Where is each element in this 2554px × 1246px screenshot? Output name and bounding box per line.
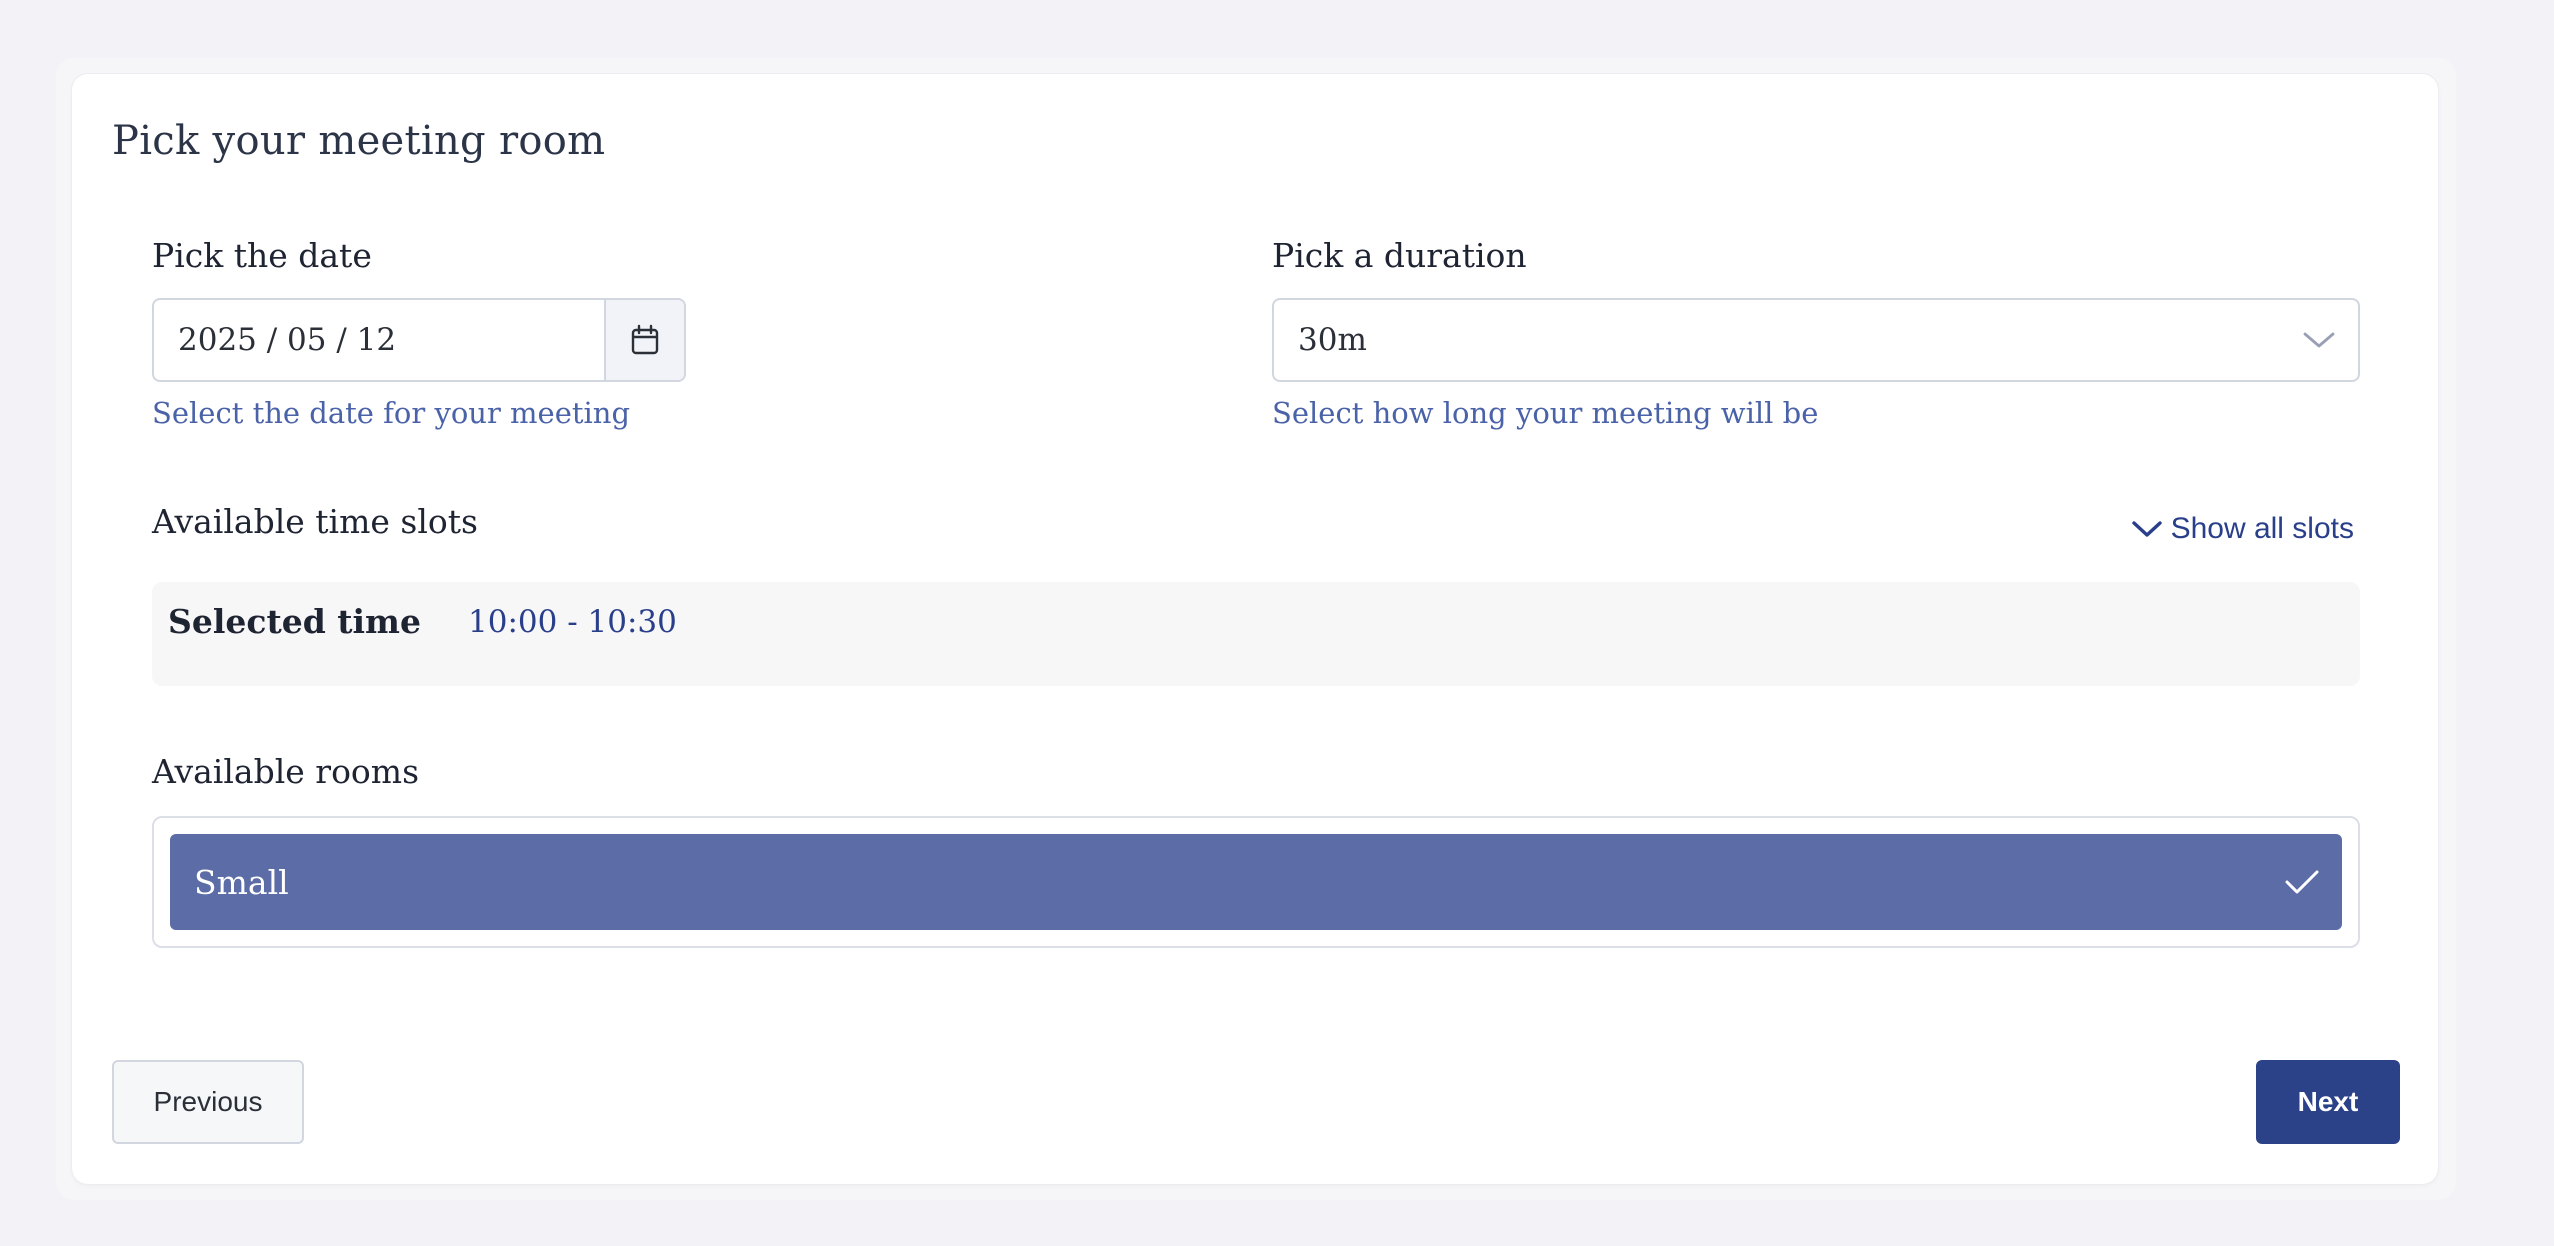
selected-time-label: Selected time [168,602,421,641]
next-button[interactable]: Next [2256,1060,2400,1144]
show-all-slots-label: Show all slots [2170,512,2354,545]
checkmark-icon [2285,870,2319,894]
previous-button[interactable]: Previous [112,1060,304,1144]
room-option-label: Small [194,862,289,902]
rooms-label: Available rooms [152,752,420,791]
duration-value: 30m [1298,322,1367,358]
time-slots-label: Available time slots [152,502,478,541]
rooms-list: Small [152,816,2360,948]
show-all-slots-link[interactable]: Show all slots [2131,512,2354,546]
duration-select[interactable]: 30m [1272,298,2360,382]
calendar-button[interactable] [604,300,684,380]
page-title: Pick your meeting room [112,118,606,164]
duration-helper-text: Select how long your meeting will be [1272,396,1819,430]
chevron-down-icon [2303,332,2335,348]
date-helper-text: Select the date for your meeting [152,396,631,430]
calendar-icon [631,324,659,355]
selected-time-value: 10:00 - 10:30 [468,604,677,640]
chevron-down-icon [2131,521,2162,537]
date-label: Pick the date [152,236,372,275]
date-picker: 2025 / 05 / 12 [152,298,686,382]
date-input[interactable]: 2025 / 05 / 12 [154,300,604,380]
selected-time-panel: Selected time 10:00 - 10:30 [152,582,2360,686]
room-option-small[interactable]: Small [170,834,2342,930]
duration-label: Pick a duration [1272,236,1527,275]
